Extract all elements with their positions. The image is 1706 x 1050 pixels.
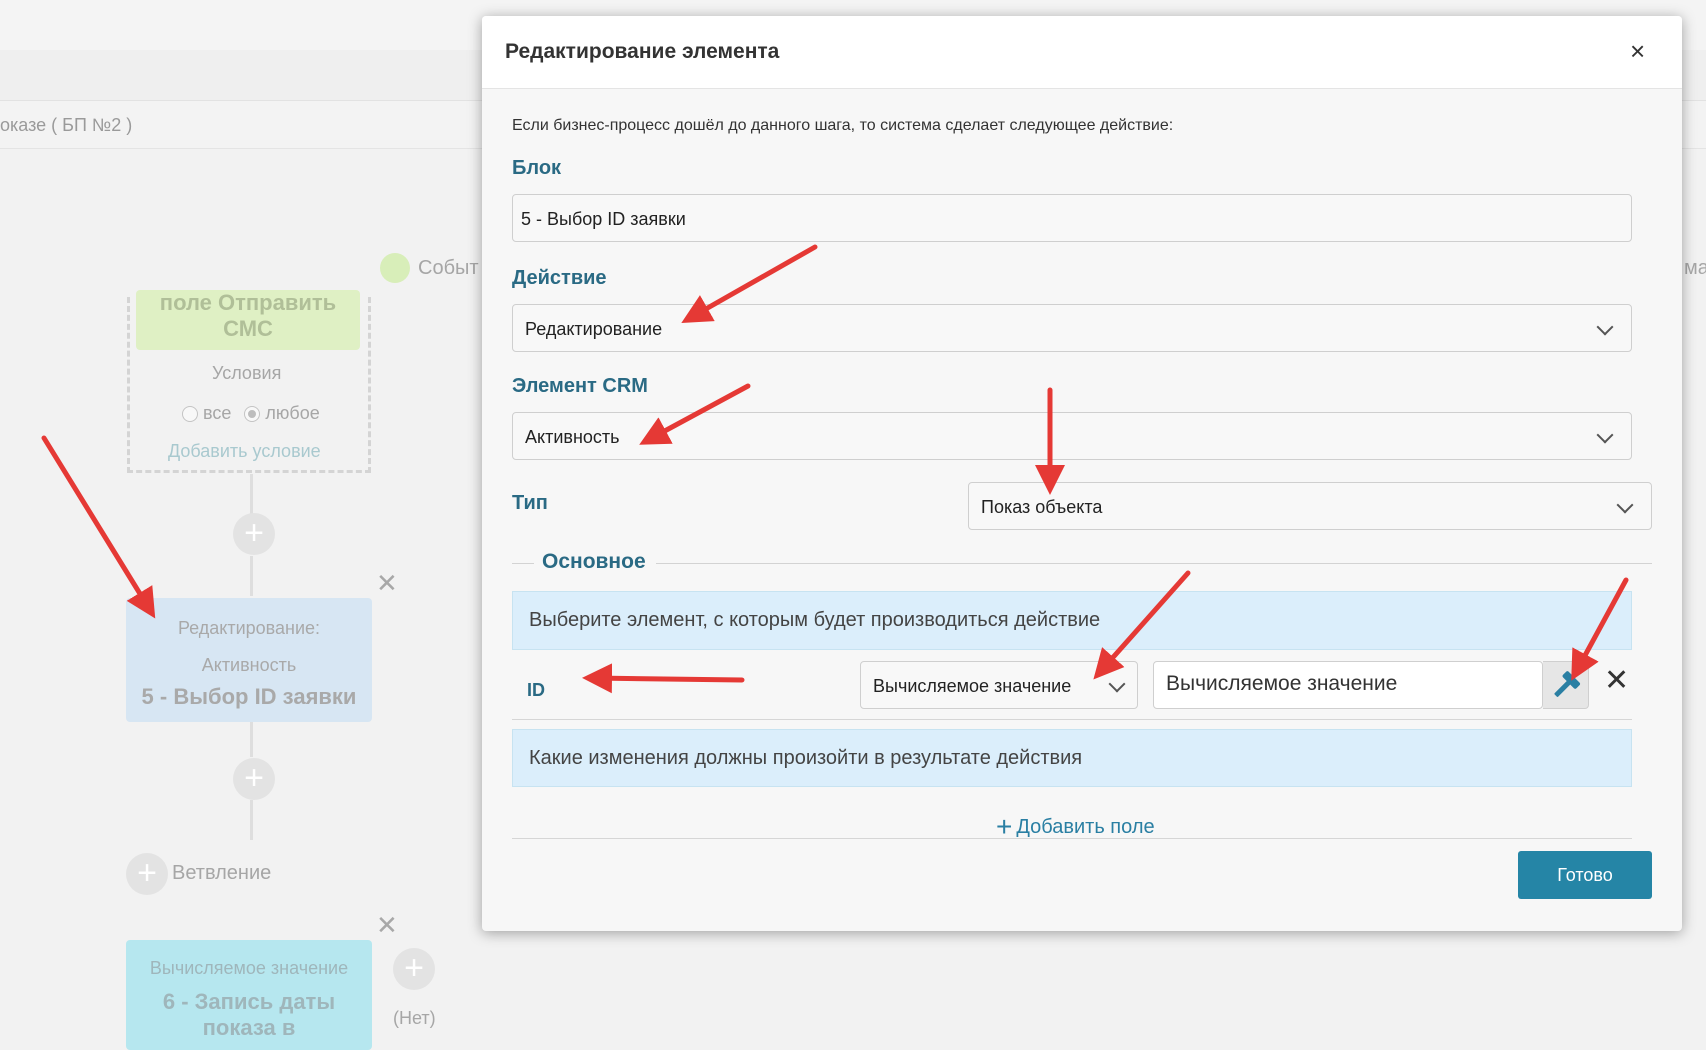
add-step-icon[interactable]: +	[393, 948, 435, 990]
add-field-label: Добавить поле	[1016, 816, 1155, 838]
add-step-icon[interactable]: +	[233, 513, 275, 555]
action-label: Действие	[512, 267, 607, 289]
calc-card-title: 6 - Запись даты показа в	[162, 989, 336, 1040]
hammer-icon	[1554, 671, 1581, 697]
crm-element-select-value: Активность	[525, 427, 620, 447]
chevron-down-icon	[1108, 675, 1126, 693]
connector-line	[250, 474, 253, 514]
chevron-down-icon	[1596, 426, 1614, 444]
action-select-value: Редактирование	[525, 319, 663, 339]
hammer-button[interactable]	[1543, 661, 1589, 709]
calc-card-line1: Вычисляемое значение	[149, 958, 349, 978]
connector-line	[250, 722, 253, 757]
type-select-value: Показ объекта	[981, 497, 1103, 517]
footer-divider	[512, 838, 1632, 839]
id-label: ID	[527, 680, 545, 700]
crm-element-select[interactable]: Активность	[512, 412, 1632, 460]
condition-radio-group: все любое	[182, 403, 320, 424]
radio-all[interactable]	[182, 406, 198, 423]
event-label: Событ	[418, 257, 479, 279]
type-select[interactable]: Показ объекта	[968, 482, 1652, 530]
block-field[interactable]: 5 - Выбор ID заявки	[512, 194, 1632, 242]
id-mode-select[interactable]: Вычисляемое значение	[860, 661, 1138, 709]
branch-label: Ветвление	[172, 862, 272, 884]
add-branch-icon[interactable]: +	[126, 853, 168, 895]
radio-any-label: любое	[265, 403, 320, 423]
action-select[interactable]: Редактирование	[512, 304, 1632, 352]
id-calc-input[interactable]: Вычисляемое значение	[1153, 661, 1543, 709]
crm-element-label: Элемент CRM	[512, 375, 648, 397]
done-button[interactable]: Готово	[1518, 851, 1652, 899]
connector-line	[250, 556, 253, 596]
calc-value-card[interactable]: Вычисляемое значение 6 - Запись даты пок…	[126, 940, 372, 1050]
changes-info: Какие изменения должны произойти в резул…	[512, 729, 1632, 787]
delete-step-icon[interactable]: ✕	[376, 910, 398, 941]
edit-element-modal: Редактирование элемента × Если бизнес-пр…	[482, 16, 1682, 931]
section-divider	[512, 563, 534, 564]
add-condition-link[interactable]: Добавить условие	[168, 441, 321, 462]
edit-card-title: 5 - Выбор ID заявки	[141, 684, 357, 709]
close-icon[interactable]: ×	[1630, 38, 1645, 64]
conditions-label: Условия	[212, 363, 282, 383]
edit-activity-card[interactable]: Редактирование: Активность 5 - Выбор ID …	[126, 598, 372, 722]
chevron-down-icon	[1596, 318, 1614, 336]
no-branch-label: (Нет)	[393, 1008, 436, 1028]
section-title: Основное	[542, 550, 646, 573]
modal-title: Редактирование элемента	[505, 40, 780, 63]
send-sms-card[interactable]: поле Отправить СМС	[136, 290, 360, 350]
intro-text: Если бизнес-процесс дошёл до данного шаг…	[512, 117, 1174, 134]
chevron-down-icon	[1616, 496, 1634, 514]
remove-id-row-icon[interactable]: ✕	[1604, 666, 1629, 696]
modal-header: Редактирование элемента ×	[482, 16, 1682, 89]
id-mode-select-value: Вычисляемое значение	[873, 676, 1072, 696]
radio-any[interactable]	[244, 406, 261, 423]
breadcrumb: оказе ( БП №2 )	[0, 115, 133, 135]
right-cut-label: ма	[1684, 257, 1706, 279]
edit-card-line2: Активность	[201, 655, 297, 675]
type-label: Тип	[512, 492, 548, 514]
row-divider	[512, 719, 1632, 720]
event-dot-icon	[380, 253, 410, 283]
select-element-info: Выберите элемент, с которым будет произв…	[512, 591, 1632, 650]
delete-step-icon[interactable]: ✕	[376, 568, 398, 599]
radio-all-label: все	[203, 403, 232, 423]
section-divider	[656, 563, 1652, 564]
block-label: Блок	[512, 157, 562, 179]
connector-line	[250, 800, 253, 840]
edit-card-line1: Редактирование:	[177, 618, 321, 638]
add-step-icon[interactable]: +	[233, 758, 275, 800]
